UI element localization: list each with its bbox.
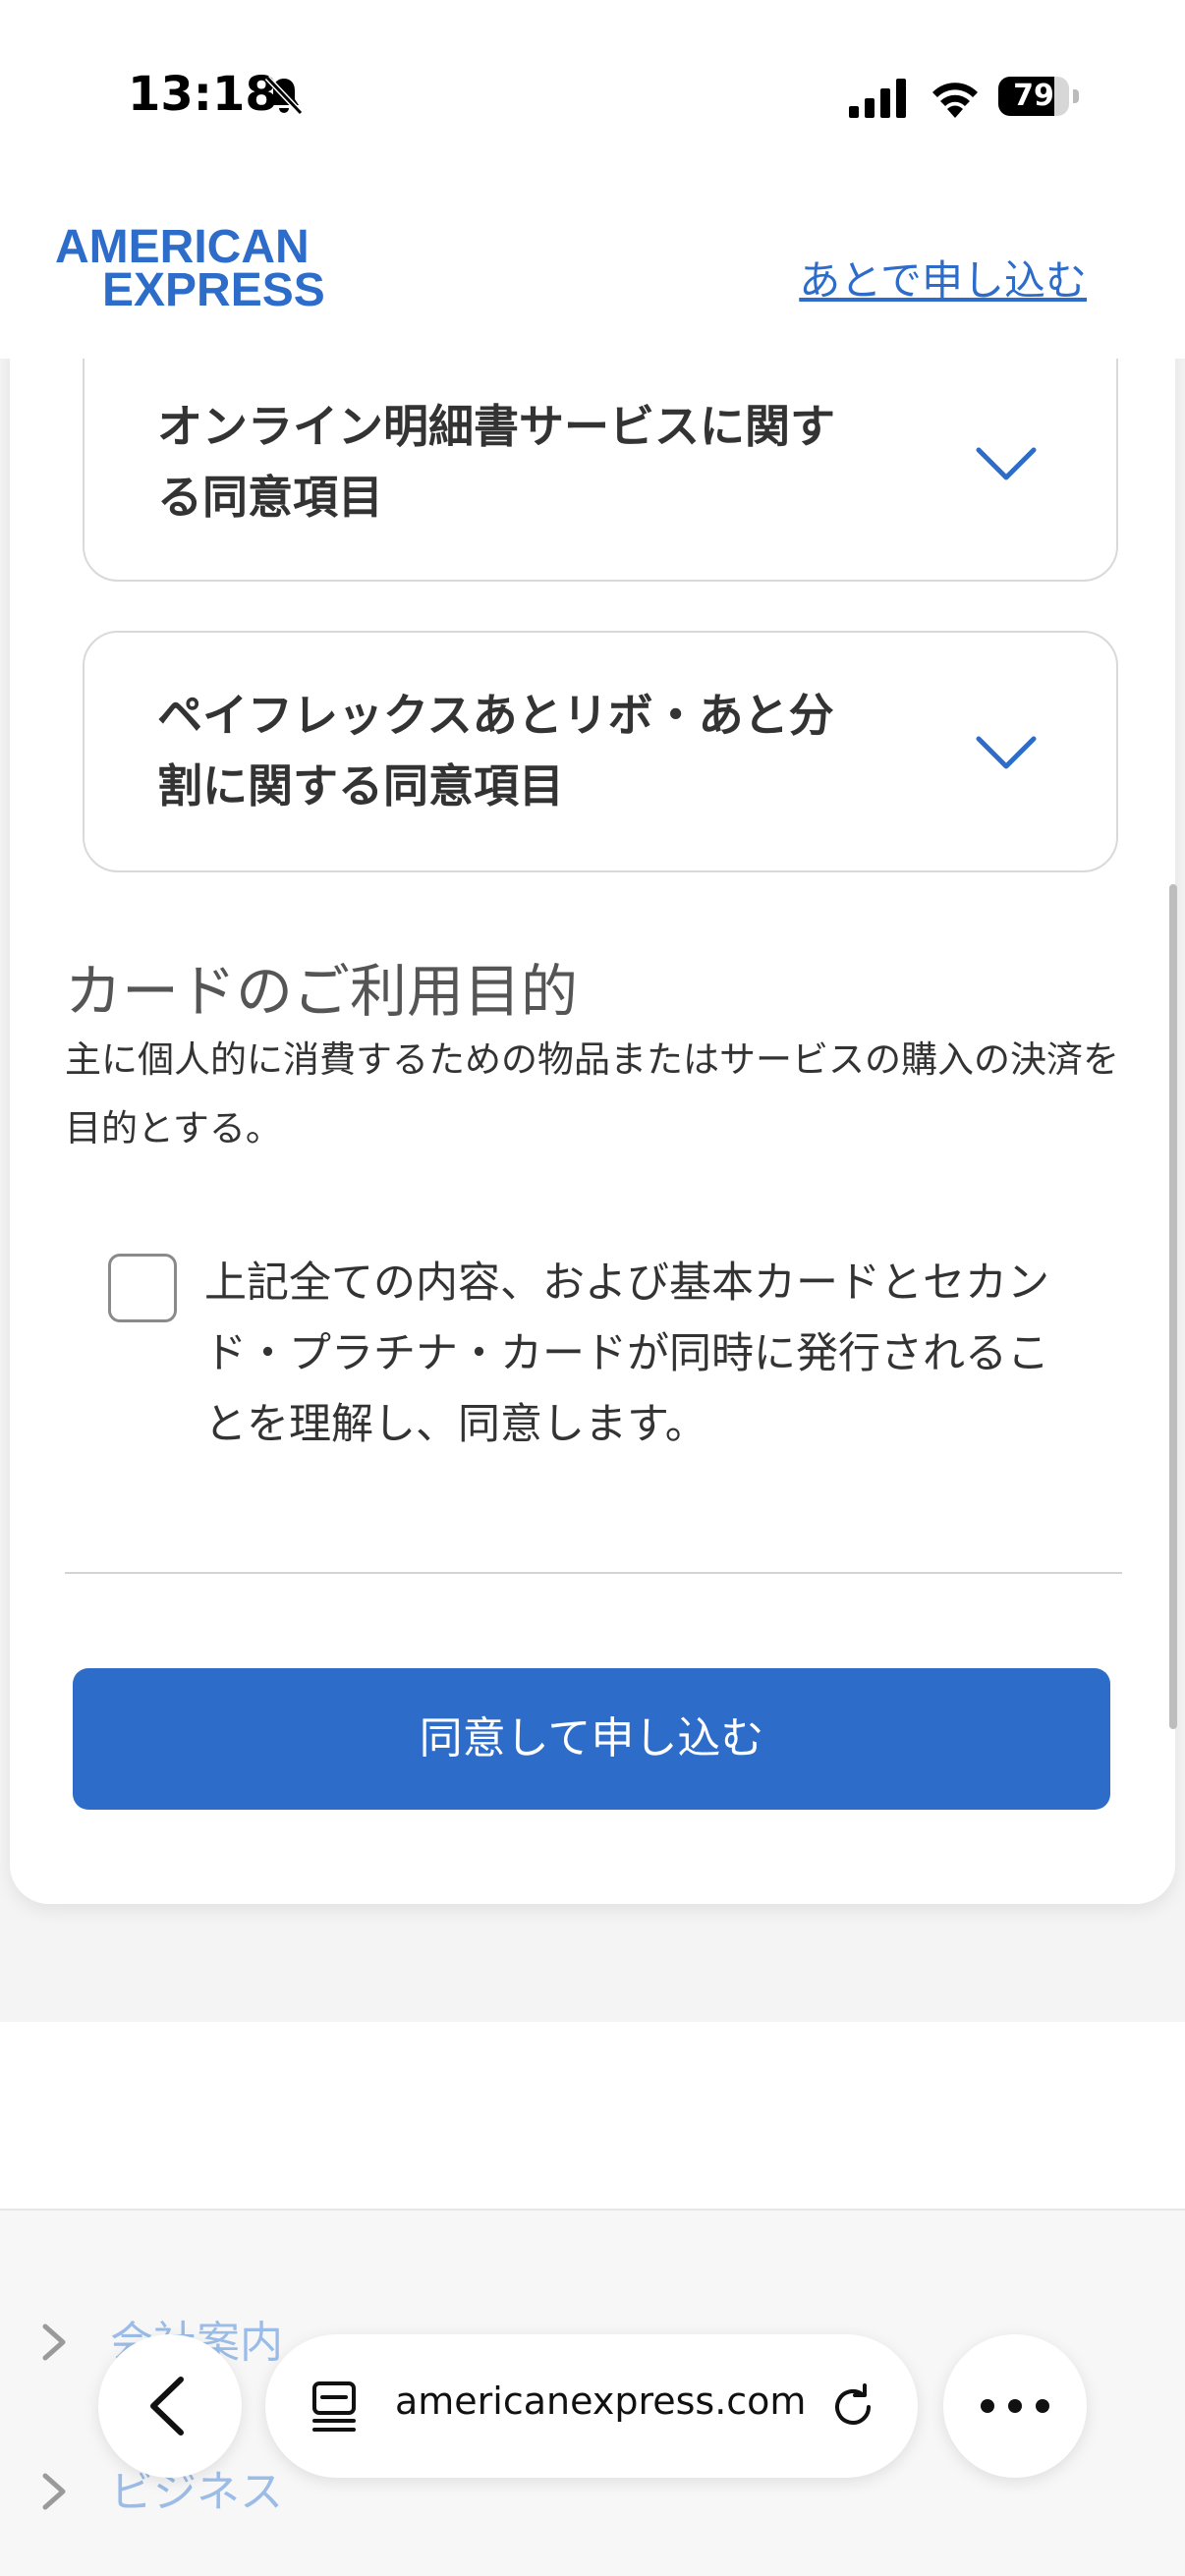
tabs-icon[interactable] <box>309 2380 360 2435</box>
consent-card: オンライン明細書サービスに関する同意項目 ペイフレックスあとリボ・あと分割に関す… <box>10 295 1175 1904</box>
apply-later-link[interactable]: あとで申し込む <box>799 248 1087 308</box>
amex-logo[interactable]: AMERICAN EXPRESS <box>55 221 350 316</box>
divider <box>65 1572 1122 1574</box>
accordion-title: ペイフレックスあとリボ・あと分割に関する同意項目 <box>157 689 834 812</box>
signal-icon <box>849 79 906 118</box>
logo-line-2: EXPRESS <box>102 264 325 316</box>
purpose-heading: カードのご利用目的 <box>65 958 579 1025</box>
footer-band <box>0 2022 1185 2211</box>
logo-line-1: AMERICAN <box>55 221 310 273</box>
more-options-button[interactable] <box>943 2334 1087 2478</box>
chevron-down-icon[interactable] <box>975 444 1038 483</box>
reload-icon[interactable] <box>825 2380 880 2435</box>
site-header: AMERICAN EXPRESS あとで申し込む <box>0 187 1185 359</box>
battery-level: 79 <box>1013 79 1054 113</box>
chevron-right-icon <box>42 2473 66 2510</box>
purpose-text: 主に個人的に消費するための物品またはサービスの購入の決済を目的とする。 <box>65 1038 1119 1149</box>
bell-slash-icon <box>264 75 304 116</box>
wifi-icon <box>932 83 978 118</box>
agree-and-apply-button[interactable]: 同意して申し込む <box>73 1668 1110 1810</box>
url-text: americanexpress.com <box>395 2380 807 2423</box>
status-time: 13:18 <box>128 67 278 122</box>
chevron-right-icon <box>42 2324 66 2361</box>
address-bar[interactable]: americanexpress.com <box>265 2334 918 2478</box>
accordion-payflex[interactable]: ペイフレックスあとリボ・あと分割に関する同意項目 <box>83 631 1118 872</box>
battery-icon: 79 <box>998 77 1081 116</box>
status-bar: 13:18 79 <box>0 0 1185 187</box>
accordion-title: オンライン明細書サービスに関する同意項目 <box>157 400 835 524</box>
scrollbar[interactable] <box>1169 884 1177 1729</box>
ellipsis-icon <box>981 2399 1049 2413</box>
chevron-down-icon[interactable] <box>975 733 1038 772</box>
browser-back-button[interactable] <box>98 2334 242 2478</box>
agreement-text: 上記全ての内容、および基本カードとセカンド・プラチナ・カードが同時に発行されるこ… <box>204 1259 1049 1449</box>
chevron-left-icon <box>150 2377 184 2436</box>
agreement-checkbox[interactable] <box>108 1254 177 1322</box>
